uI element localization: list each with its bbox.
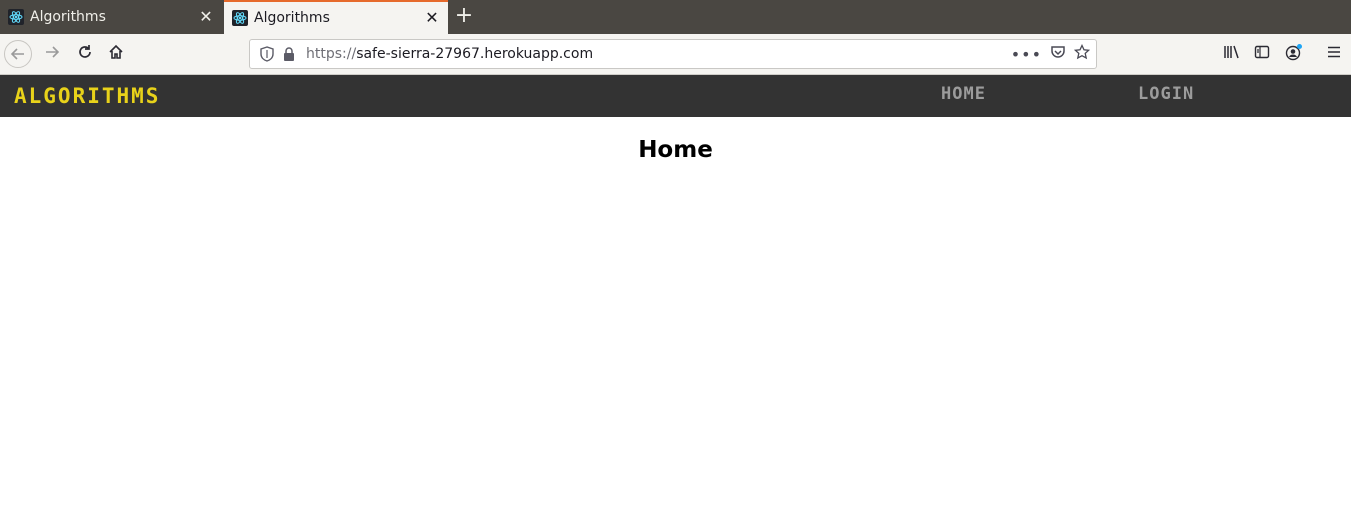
shield-icon[interactable]	[258, 45, 276, 63]
new-tab-button[interactable]: +	[452, 5, 476, 29]
sidebar-icon	[1254, 44, 1270, 64]
tab-strip: Algorithms ✕ Algorithms ✕ +	[0, 0, 1351, 34]
more-actions-icon[interactable]: •••	[1011, 45, 1042, 64]
reload-icon	[77, 44, 93, 64]
hamburger-menu-icon	[1326, 44, 1342, 64]
site-navbar: ALGORITHMS HOME LOGIN	[0, 75, 1351, 117]
tab-title: Algorithms	[254, 10, 330, 26]
react-icon	[8, 9, 24, 25]
bookmark-star-icon[interactable]	[1073, 43, 1091, 64]
react-icon	[232, 10, 248, 26]
reload-button[interactable]	[71, 40, 99, 68]
address-bar[interactable]: https://safe-sierra-27967.herokuapp.com …	[249, 39, 1097, 69]
library-button[interactable]	[1218, 40, 1246, 68]
nav-home-link[interactable]: HOME	[941, 84, 986, 104]
url-scheme: https://	[306, 46, 357, 62]
tab-title: Algorithms	[30, 9, 106, 25]
page-title: Home	[638, 137, 713, 163]
nav-toolbar: https://safe-sierra-27967.herokuapp.com …	[0, 34, 1351, 75]
library-icon	[1223, 44, 1241, 64]
tab-algorithms-1[interactable]: Algorithms ✕	[0, 0, 222, 34]
account-button[interactable]	[1280, 40, 1308, 68]
back-button[interactable]	[4, 40, 32, 68]
forward-button[interactable]	[38, 40, 66, 68]
lock-icon[interactable]	[280, 45, 298, 63]
url-text: https://safe-sierra-27967.herokuapp.com	[306, 46, 593, 62]
close-icon[interactable]: ✕	[424, 10, 440, 26]
forward-arrow-icon	[44, 44, 60, 64]
url-host: safe-sierra-27967.herokuapp.com	[356, 46, 594, 62]
home-icon	[108, 44, 124, 64]
nav-login-link[interactable]: LOGIN	[1138, 84, 1194, 104]
pocket-icon[interactable]	[1050, 44, 1066, 64]
back-arrow-icon	[4, 40, 32, 68]
sidebar-button[interactable]	[1248, 40, 1276, 68]
urlbar-actions: •••	[1011, 43, 1091, 64]
tab-algorithms-2[interactable]: Algorithms ✕	[224, 0, 448, 34]
account-icon	[1285, 43, 1303, 65]
brand-logo-link[interactable]: ALGORITHMS	[14, 84, 160, 108]
home-button[interactable]	[102, 40, 130, 68]
close-icon[interactable]: ✕	[198, 9, 214, 25]
menu-button[interactable]	[1320, 40, 1348, 68]
